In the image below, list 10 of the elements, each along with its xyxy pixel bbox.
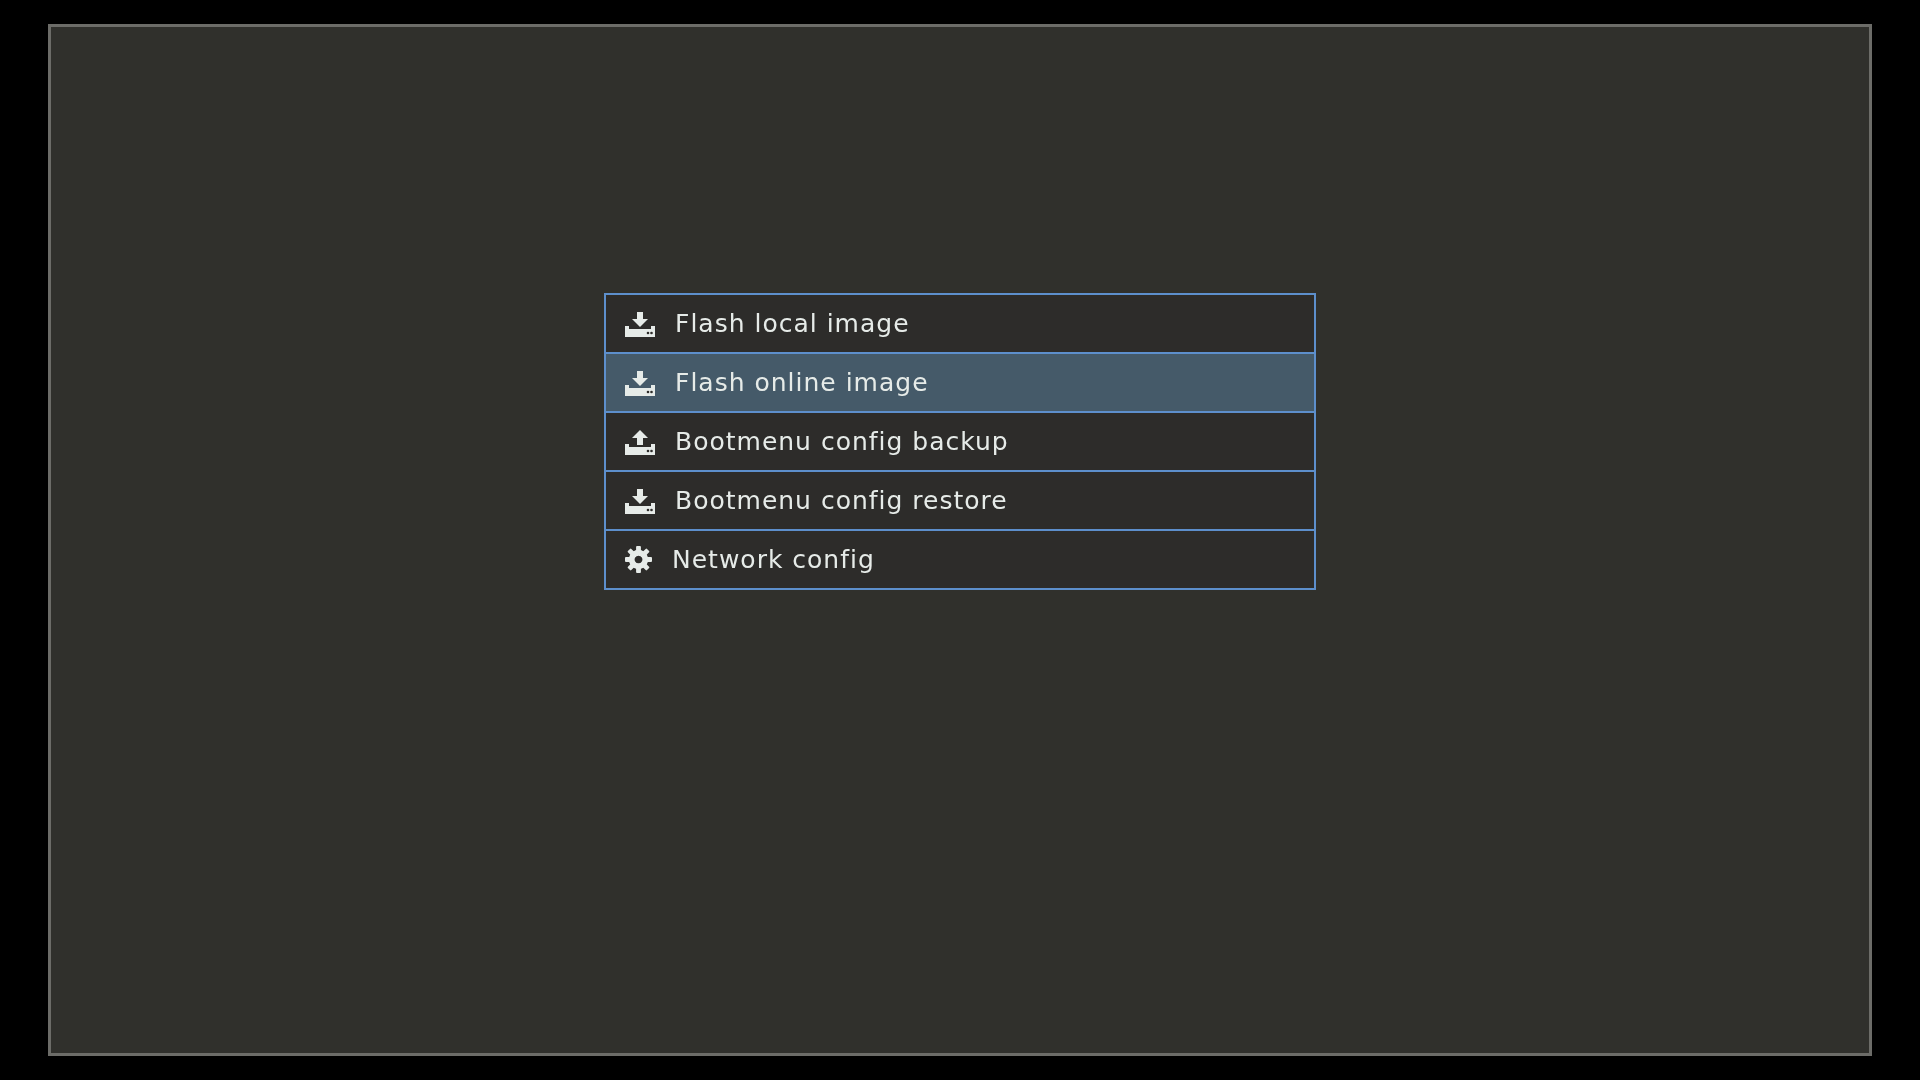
menu-item[interactable]: Flash online image (606, 352, 1314, 411)
menu-item[interactable]: Network config (606, 529, 1314, 588)
upload-tray-icon (625, 428, 655, 455)
download-tray-icon (625, 310, 655, 337)
download-tray-icon (625, 369, 655, 396)
download-tray-icon (625, 487, 655, 514)
menu-item[interactable]: Flash local image (606, 293, 1314, 352)
menu-item[interactable]: Bootmenu config backup (606, 411, 1314, 470)
gear-icon (625, 546, 652, 573)
menu-item[interactable]: Bootmenu config restore (606, 470, 1314, 529)
